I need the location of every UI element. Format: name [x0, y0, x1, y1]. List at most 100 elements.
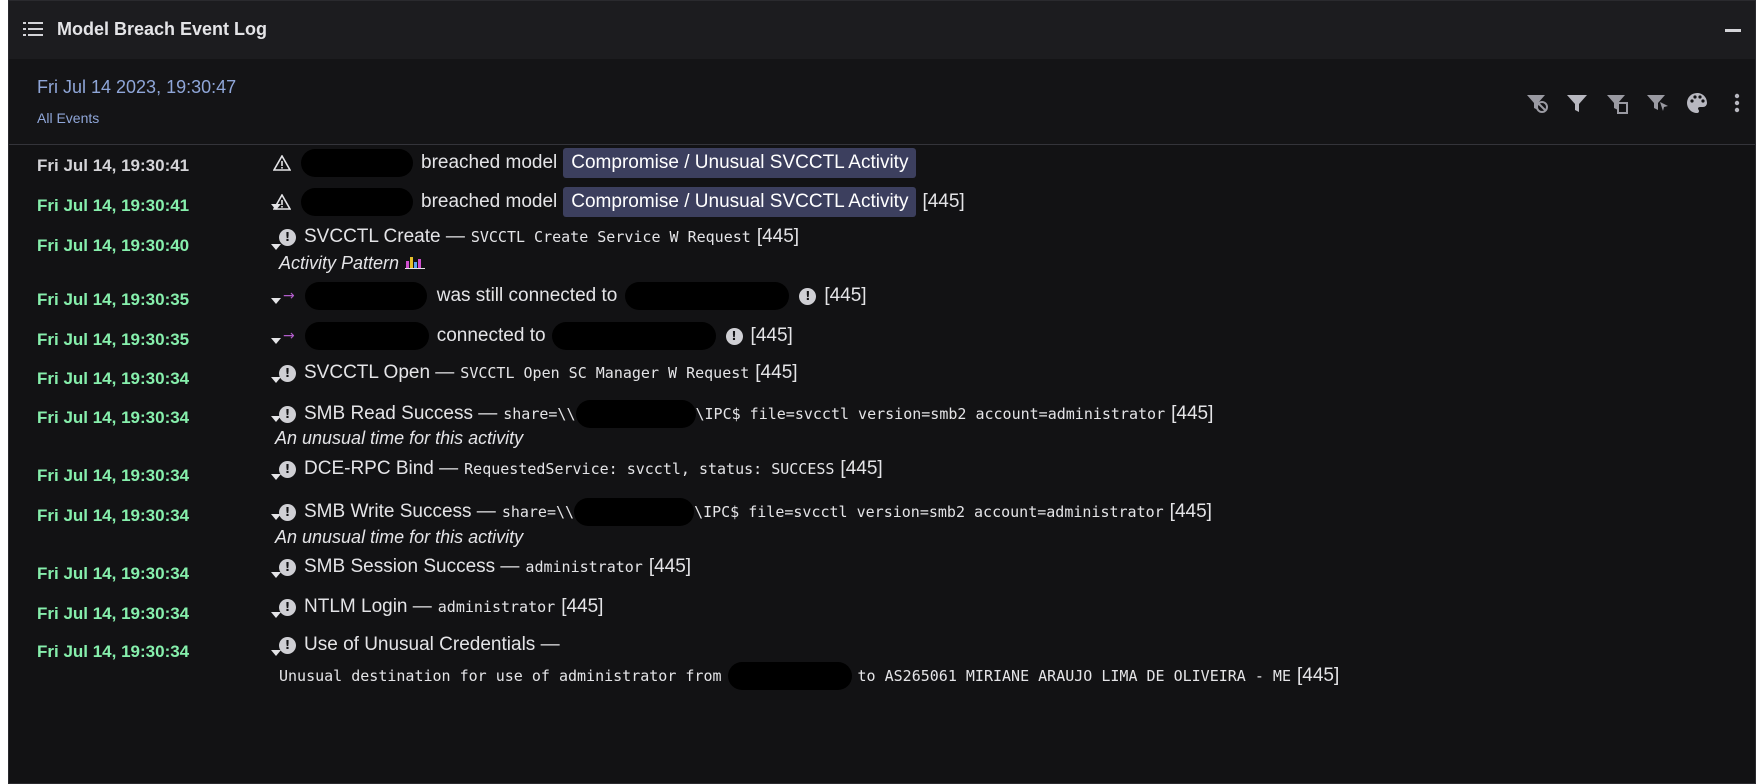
event-timestamp: Fri Jul 14, 19:30:34 — [37, 604, 190, 623]
event-log-panel: Model Breach Event Log Fri Jul 14 2023, … — [8, 0, 1756, 784]
port-label: [445] — [755, 362, 798, 383]
event-content: ! SVCCTL Open — SVCCTL Open SC Manager W… — [279, 362, 798, 384]
event-content: ! DCE-RPC Bind — RequestedService: svcct… — [279, 458, 883, 480]
event-detail: SVCCTL Open SC Manager W Request — [460, 364, 750, 382]
info-icon[interactable]: ! — [799, 287, 817, 305]
event-timestamp: Fri Jul 14, 19:30:41 — [37, 156, 190, 175]
event-timestamp: Fri Jul 14, 19:30:35 — [37, 330, 190, 349]
redacted-device — [301, 149, 413, 177]
filter-pointer-icon[interactable] — [1643, 89, 1671, 117]
redacted-destination — [551, 322, 716, 350]
event-detail-prefix: Unusual destination for use of administr… — [279, 667, 722, 685]
event-note: An unusual time for this activity — [275, 527, 524, 547]
connection-text: was still connected to — [436, 285, 618, 306]
port-label: [445] — [756, 226, 800, 247]
event-content: ! SMB Write Success — share=\\ \IPC$ fil… — [279, 498, 1212, 526]
port-label: [445] — [1169, 501, 1212, 522]
arrow-right-icon: → — [283, 328, 295, 344]
filter-doc-icon[interactable] — [1603, 89, 1631, 117]
breach-text: breached model — [421, 152, 558, 173]
log-header: Fri Jul 14 2023, 19:30:47 All Events — [9, 59, 1755, 145]
filter-icon[interactable] — [1563, 89, 1591, 117]
expand-caret[interactable] — [271, 338, 281, 344]
port-label: [445] — [824, 285, 867, 306]
event-title: SMB Read Success — — [304, 403, 498, 424]
redacted-device — [304, 282, 427, 310]
event-detail-prefix: share=\\ — [503, 405, 576, 423]
info-icon[interactable]: ! — [725, 327, 743, 345]
event-timestamp: Fri Jul 14, 19:30:35 — [37, 290, 190, 309]
info-icon: ! — [279, 598, 296, 616]
redacted-source — [727, 662, 852, 690]
info-icon: ! — [279, 364, 296, 382]
info-icon: ! — [279, 558, 296, 576]
model-tag[interactable]: Compromise / Unusual SVCCTL Activity — [563, 148, 917, 178]
warning-icon — [273, 194, 291, 210]
event-timestamp: Fri Jul 14, 19:30:34 — [37, 564, 190, 583]
event-timestamp: Fri Jul 14, 19:30:41 — [37, 196, 190, 215]
more-vert-icon[interactable] — [1723, 89, 1751, 117]
event-detail: RequestedService: svcctl, status: SUCCES… — [464, 460, 835, 478]
port-label: [445] — [840, 458, 883, 479]
event-detail: administrator — [525, 558, 643, 576]
event-timestamp: Fri Jul 14, 19:30:34 — [37, 369, 190, 388]
port-label: [445] — [1171, 403, 1214, 424]
event-detail-suffix: \IPC$ file=svcctl version=smb2 account=a… — [695, 405, 1166, 423]
event-title: SVCCTL Create — — [304, 226, 465, 247]
port-label: [445] — [561, 596, 604, 617]
redacted-device — [304, 322, 429, 350]
event-content: breached model Compromise / Unusual SVCC… — [273, 148, 917, 178]
event-note: An unusual time for this activity — [275, 428, 524, 448]
redacted-host — [575, 400, 696, 428]
breach-text: breached model — [421, 191, 558, 212]
activity-pattern-label[interactable]: Activity Pattern — [279, 253, 399, 274]
port-label: [445] — [648, 556, 692, 577]
redacted-host — [574, 498, 695, 526]
event-timestamp: Fri Jul 14, 19:30:34 — [37, 642, 190, 661]
event-title: DCE-RPC Bind — — [304, 458, 459, 479]
event-detail: SVCCTL Create Service W Request — [470, 228, 751, 246]
event-detail-suffix: \IPC$ file=svcctl version=smb2 account=a… — [694, 503, 1164, 521]
info-icon: ! — [279, 228, 296, 246]
expand-caret[interactable] — [271, 298, 281, 304]
port-label: [445] — [1297, 665, 1340, 686]
toolbar — [1523, 89, 1751, 117]
arrow-right-icon: → — [283, 288, 295, 304]
event-title: SVCCTL Open — — [304, 362, 455, 383]
event-detail-prefix: share=\\ — [501, 503, 575, 521]
list-icon[interactable] — [23, 21, 43, 42]
event-content: ! SMB Session Success — administrator [4… — [279, 556, 691, 578]
bar-chart-icon[interactable] — [405, 253, 426, 274]
redacted-destination — [625, 282, 790, 310]
event-timestamp: Fri Jul 14, 19:30:40 — [37, 236, 190, 255]
event-content: → was still connected to ! [445] — [283, 282, 867, 310]
event-content: breached model Compromise / Unusual SVCC… — [273, 187, 965, 217]
event-title: NTLM Login — — [304, 596, 432, 617]
palette-icon[interactable] — [1683, 89, 1711, 117]
connection-text: connected to — [436, 325, 546, 346]
port-label: [445] — [922, 191, 965, 212]
header-date: Fri Jul 14 2023, 19:30:47 — [37, 77, 237, 97]
model-tag[interactable]: Compromise / Unusual SVCCTL Activity — [563, 187, 917, 217]
info-icon: ! — [279, 405, 296, 423]
filter-clear-icon[interactable] — [1523, 89, 1551, 117]
event-content: ! Use of Unusual Credentials — — [279, 634, 560, 656]
title-bar: Model Breach Event Log — [9, 1, 1755, 59]
event-content: ! SVCCTL Create — SVCCTL Create Service … — [279, 226, 799, 248]
event-note: Activity Pattern — [279, 253, 426, 274]
minimize-button[interactable] — [1725, 29, 1741, 32]
event-title: SMB Session Success — — [304, 556, 520, 577]
event-content: → connected to ! [445] — [283, 322, 793, 350]
window-title: Model Breach Event Log — [57, 19, 268, 39]
event-content: ! SMB Read Success — share=\\ \IPC$ file… — [279, 400, 1213, 428]
port-label: [445] — [750, 325, 793, 346]
event-timestamp: Fri Jul 14, 19:30:34 — [37, 408, 190, 427]
filter-label[interactable]: All Events — [37, 110, 99, 126]
info-icon: ! — [279, 503, 296, 521]
warning-icon — [273, 155, 291, 171]
event-timestamp: Fri Jul 14, 19:30:34 — [37, 466, 190, 485]
redacted-device — [301, 188, 413, 216]
info-icon: ! — [279, 636, 296, 654]
event-detail-line: Unusual destination for use of administr… — [279, 662, 1339, 690]
event-title: Use of Unusual Credentials — — [304, 634, 560, 655]
